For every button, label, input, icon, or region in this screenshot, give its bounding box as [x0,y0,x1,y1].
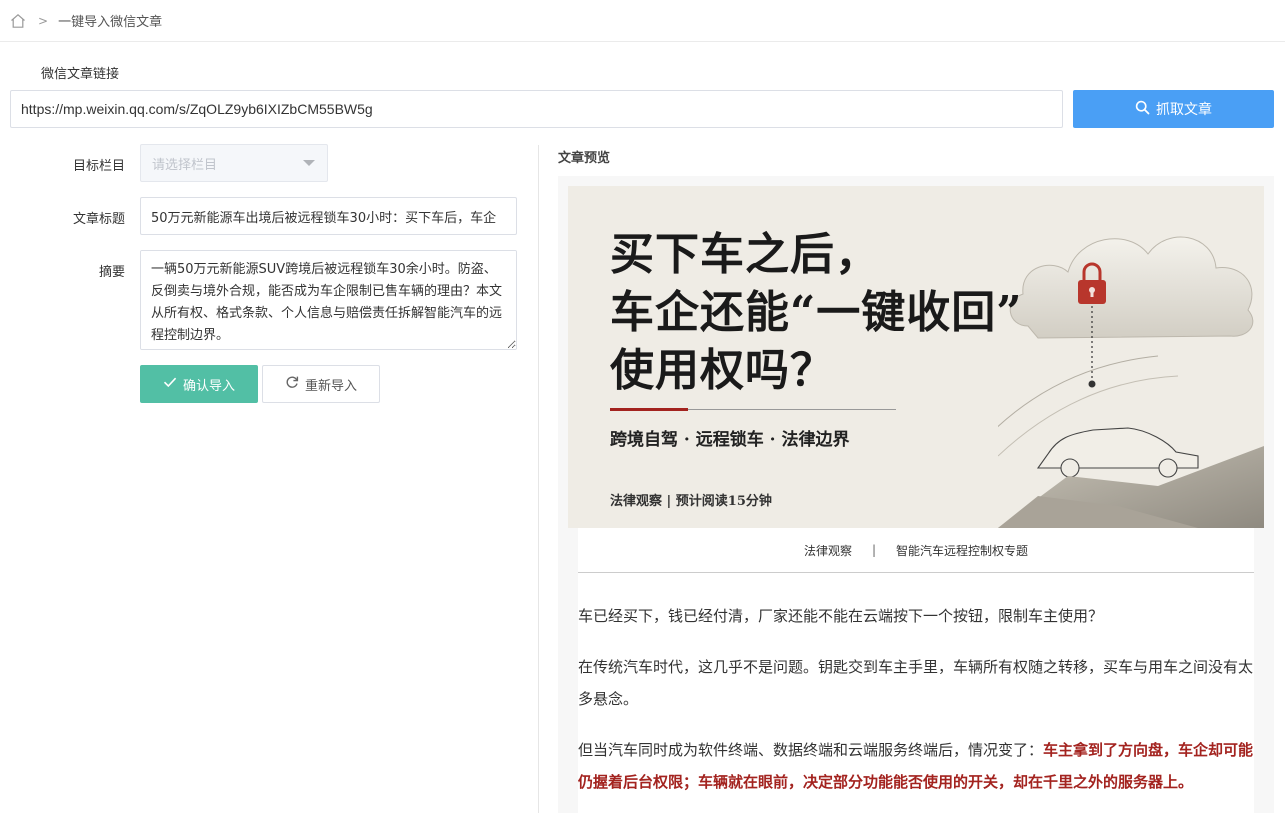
title-label: 文章标题 [72,212,125,227]
article-url-input[interactable] [10,90,1063,128]
article-title-input[interactable] [140,197,517,235]
fetch-article-button[interactable]: 抓取文章 [1073,90,1274,128]
refresh-icon [285,375,299,393]
fetch-button-label: 抓取文章 [1156,102,1212,118]
chevron-down-icon [303,160,315,166]
breadcrumb-separator: > [38,13,49,28]
article-cover-image: 买下车之后， 车企还能“一键收回” 使用权吗？ 跨境自驾 · 远程锁车 · 法律… [568,186,1264,528]
cover-subtitle: 跨境自驾 · 远程锁车 · 法律边界 [610,430,850,450]
reimport-button[interactable]: 重新导入 [262,365,380,403]
caption-left: 法律观察 [803,543,852,558]
cover-rule-accent [610,408,688,411]
confirm-import-button[interactable]: 确认导入 [140,365,258,403]
article-paragraph: 在传统汽车时代，这几乎不是问题。钥匙交到车主手里，车辆所有权随之转移，买车与用车… [578,658,1254,708]
cover-meta: 法律观察 | 预计阅读15分钟 [610,494,772,509]
breadcrumb: > 一键导入微信文章 [0,0,1285,42]
caption-separator: | [871,543,877,557]
breadcrumb-current: 一键导入微信文章 [58,15,163,30]
category-label: 目标栏目 [72,159,125,174]
confirm-button-label: 确认导入 [182,378,235,394]
cover-title-line: 车企还能“一键收回” [610,287,1023,338]
article-paragraph: 车已经买下，钱已经付清，厂家还能不能在云端按下一个按钮，限制车主使用？ [578,607,1104,625]
cover-title: 买下车之后， 车企还能“一键收回” 使用权吗？ [610,226,1023,400]
reset-button-label: 重新导入 [304,378,357,394]
article-body: 法律观察 | 智能汽车远程控制权专题 车已经买下，钱已经付清，厂家还能不能在云端… [578,528,1254,813]
check-icon [163,375,177,393]
cover-title-line: 买下车之后， [610,229,880,280]
preview-label: 文章预览 [558,151,611,166]
search-icon [1135,100,1150,119]
summary-textarea[interactable]: 一辆50万元新能源SUV跨境后被远程锁车30余小时。防盗、反倒卖与境外合规，能否… [140,250,517,350]
caption-right: 智能汽车远程控制权专题 [896,543,1029,558]
article-paragraph: 但当汽车同时成为软件终端、数据终端和云端服务终端后，情况变了：车主拿到了方向盘，… [578,734,1254,798]
article-caption: 法律观察 | 智能汽车远程控制权专题 [578,528,1254,573]
panel-divider [538,145,539,813]
category-placeholder: 请选择栏目 [152,157,218,173]
url-label: 微信文章链接 [41,67,120,82]
category-select[interactable]: 请选择栏目 [140,144,328,182]
paragraph-text: 但当汽车同时成为软件终端、数据终端和云端服务终端后，情况变了： [578,741,1044,759]
article-preview[interactable]: 买下车之后， 车企还能“一键收回” 使用权吗？ 跨境自驾 · 远程锁车 · 法律… [558,176,1274,813]
home-icon[interactable] [10,13,26,29]
cloud-lock-car-illustration [998,236,1264,528]
summary-label: 摘要 [98,265,125,280]
cover-title-line: 使用权吗？ [610,345,835,396]
